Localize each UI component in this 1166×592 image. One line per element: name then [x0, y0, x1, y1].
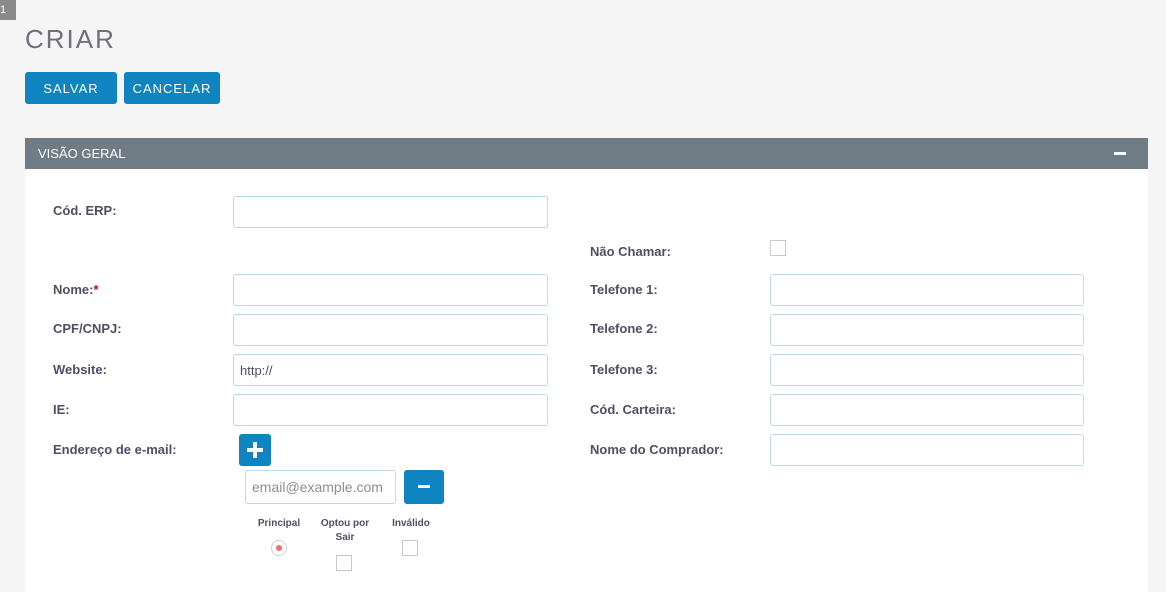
phone3-input[interactable] [770, 354, 1084, 386]
remove-email-button[interactable] [404, 470, 444, 504]
panel-title: VISÃO GERAL [38, 146, 126, 161]
buyer-name-label: Nome do Comprador: [590, 442, 724, 457]
principal-label: Principal [257, 518, 301, 529]
cpf-cnpj-label: CPF/CNPJ: [53, 321, 122, 336]
phone1-label: Telefone 1: [590, 282, 658, 297]
erp-code-label: Cód. ERP: [53, 203, 117, 218]
minus-icon [418, 485, 430, 488]
corner-tag: 1 [0, 0, 16, 20]
principal-radio[interactable] [271, 540, 287, 556]
name-label: Nome:* [53, 282, 99, 297]
cpf-cnpj-input[interactable] [233, 314, 548, 346]
ie-input[interactable] [233, 394, 548, 426]
wallet-code-label: Cód. Carteira: [590, 402, 676, 417]
buyer-name-input[interactable] [770, 434, 1084, 466]
invalid-checkbox[interactable] [402, 540, 418, 556]
panel-header[interactable]: VISÃO GERAL [25, 138, 1148, 169]
phone1-input[interactable] [770, 274, 1084, 306]
wallet-code-input[interactable] [770, 394, 1084, 426]
website-input[interactable] [233, 354, 548, 386]
do-not-call-checkbox[interactable] [770, 240, 786, 256]
opted-out-label-line1: Optou por [320, 518, 370, 529]
website-label: Website: [53, 362, 107, 377]
email-input[interactable] [245, 470, 396, 504]
email-label: Endereço de e-mail: [53, 442, 177, 457]
ie-label: IE: [53, 402, 70, 417]
name-label-text: Nome: [53, 282, 94, 297]
plus-icon-vertical [253, 442, 257, 458]
page-title: CRIAR [25, 24, 116, 54]
phone3-label: Telefone 3: [590, 362, 658, 377]
phone2-label: Telefone 2: [590, 321, 658, 336]
name-input[interactable] [233, 274, 548, 306]
minus-icon[interactable] [1114, 152, 1126, 155]
erp-code-input[interactable] [233, 196, 548, 228]
opted-out-checkbox[interactable] [336, 555, 352, 571]
save-button[interactable]: SALVAR [25, 72, 117, 104]
do-not-call-label: Não Chamar: [590, 244, 671, 259]
radio-selected-dot [276, 545, 282, 551]
required-marker: * [93, 282, 99, 297]
add-email-button[interactable] [239, 434, 271, 466]
cancel-button[interactable]: CANCELAR [124, 72, 220, 104]
opted-out-label-line2: Sair [335, 532, 355, 543]
invalid-label: Inválido [392, 518, 430, 529]
phone2-input[interactable] [770, 314, 1084, 346]
opted-out-label: Optou por Sair [314, 517, 376, 545]
